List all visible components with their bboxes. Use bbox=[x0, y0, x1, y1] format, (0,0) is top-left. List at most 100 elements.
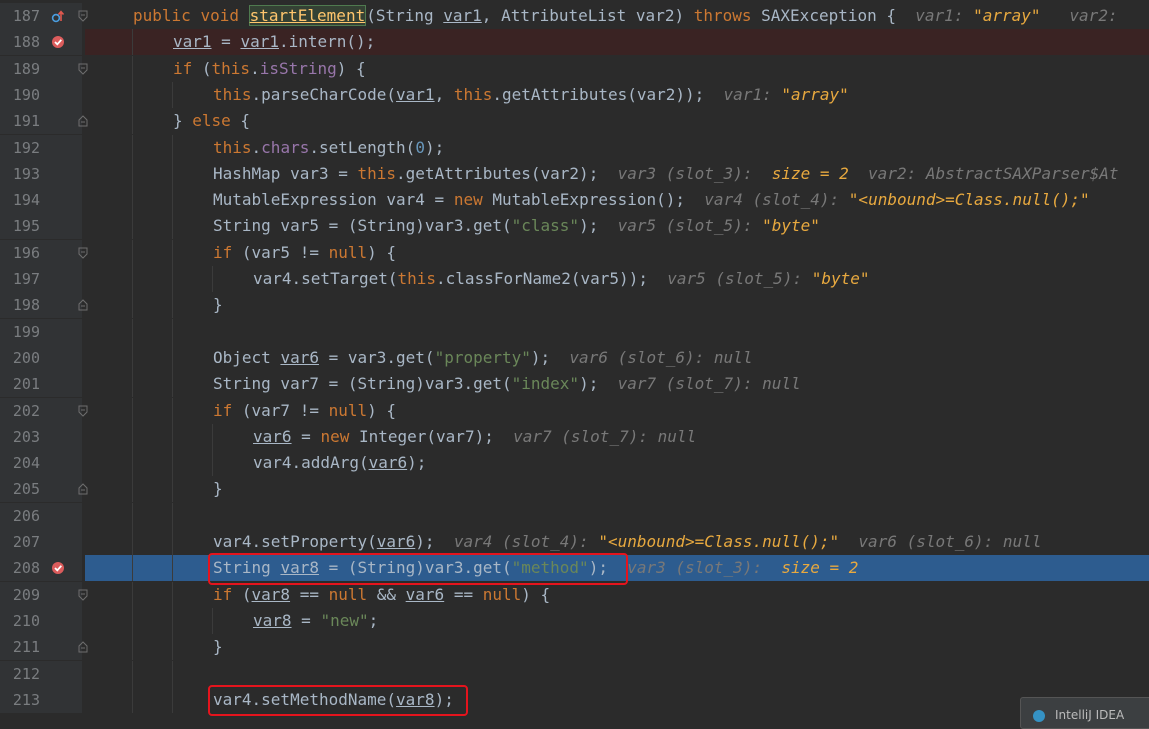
code-line[interactable]: 205} bbox=[0, 476, 1149, 503]
code-text[interactable]: var4.setTarget(this.classForName2(var5))… bbox=[253, 266, 870, 292]
code-text[interactable]: var8 = "new"; bbox=[253, 608, 378, 634]
gutter[interactable]: 201 bbox=[0, 371, 82, 398]
code-line[interactable]: 213 var4.setMethodName(var8); bbox=[0, 686, 1149, 713]
gutter[interactable]: 208 bbox=[0, 555, 82, 582]
code-text[interactable]: } bbox=[213, 292, 223, 318]
code-text[interactable]: if (var5 != null) { bbox=[213, 240, 396, 266]
code-line[interactable]: 199 bbox=[0, 318, 1149, 345]
gutter[interactable]: 192 bbox=[0, 134, 82, 161]
code-line[interactable]: 210 var8 = "new"; bbox=[0, 607, 1149, 634]
code-text[interactable]: this.parseCharCode(var1, this.getAttribu… bbox=[213, 82, 849, 108]
gutter[interactable]: 213 bbox=[0, 686, 82, 713]
code-area[interactable]: } else { bbox=[85, 108, 1149, 135]
code-area[interactable]: var1 = var1.intern(); bbox=[85, 29, 1149, 56]
code-line[interactable]: 211} bbox=[0, 634, 1149, 661]
code-area[interactable]: String var5 = (String)var3.get("class");… bbox=[85, 213, 1149, 240]
code-area[interactable]: var4.setTarget(this.classForName2(var5))… bbox=[85, 266, 1149, 292]
code-area[interactable]: if (var5 != null) { bbox=[85, 239, 1149, 266]
gutter[interactable]: 195 bbox=[0, 213, 82, 240]
code-area[interactable]: if (var7 != null) { bbox=[85, 397, 1149, 424]
code-line[interactable]: 209 if (var8 == null && var6 == null) { bbox=[0, 581, 1149, 608]
code-area[interactable]: var4.setProperty(var6); var4 (slot_4): "… bbox=[85, 529, 1149, 555]
gutter[interactable]: 187 bbox=[0, 3, 88, 29]
code-text[interactable]: if (this.isString) { bbox=[173, 56, 366, 82]
code-line[interactable]: 187 public void startElement(String var1,… bbox=[0, 3, 1149, 29]
code-area[interactable]: String var7 = (String)var3.get("index");… bbox=[85, 371, 1149, 398]
code-text[interactable]: public void startElement(String var1, At… bbox=[133, 3, 1127, 29]
code-line[interactable]: 193 HashMap var3 = this.getAttributes(var… bbox=[0, 160, 1149, 187]
code-area[interactable]: this.chars.setLength(0); bbox=[85, 134, 1149, 161]
code-line[interactable]: 191 } else { bbox=[0, 108, 1149, 135]
code-line[interactable]: 190 this.parseCharCode(var1, this.getAttr… bbox=[0, 81, 1149, 108]
code-line[interactable]: 202 if (var7 != null) { bbox=[0, 397, 1149, 424]
gutter[interactable]: 200 bbox=[0, 344, 82, 371]
code-editor[interactable]: 187 public void startElement(String var1,… bbox=[0, 0, 1149, 719]
code-area[interactable]: } bbox=[85, 634, 1149, 661]
gutter[interactable]: 199 bbox=[0, 318, 82, 345]
code-line[interactable]: 203 var6 = new Integer(var7); var7 (slot_… bbox=[0, 423, 1149, 450]
code-line[interactable]: 188 var1 = var1.intern(); bbox=[0, 29, 1149, 56]
code-text[interactable]: HashMap var3 = this.getAttributes(var2);… bbox=[213, 161, 1119, 187]
breakpoint-icon[interactable] bbox=[51, 561, 65, 575]
code-area[interactable]: Object var6 = var3.get("property"); var6… bbox=[85, 344, 1149, 371]
gutter[interactable]: 190 bbox=[0, 81, 82, 108]
code-area[interactable]: if (this.isString) { bbox=[85, 55, 1149, 82]
gutter[interactable]: 203 bbox=[0, 423, 82, 450]
notification-balloon[interactable]: IntelliJ IDEA bbox=[1020, 697, 1149, 729]
code-text[interactable]: this.chars.setLength(0); bbox=[213, 135, 444, 161]
code-text[interactable]: var1 = var1.intern(); bbox=[173, 29, 375, 55]
code-line[interactable]: 208 String var8 = (String)var3.get("metho… bbox=[0, 555, 1149, 582]
code-text[interactable]: } bbox=[213, 476, 223, 502]
code-line[interactable]: 197 var4.setTarget(this.classForName2(var… bbox=[0, 266, 1149, 292]
code-line[interactable]: 207 var4.setProperty(var6); var4 (slot_4)… bbox=[0, 529, 1149, 555]
gutter[interactable]: 193 bbox=[0, 160, 82, 187]
code-line[interactable]: 198} bbox=[0, 292, 1149, 319]
gutter[interactable]: 207 bbox=[0, 529, 82, 555]
code-text[interactable]: String var7 = (String)var3.get("index");… bbox=[213, 371, 801, 397]
gutter[interactable]: 210 bbox=[0, 607, 82, 634]
gutter[interactable]: 206 bbox=[0, 502, 82, 529]
code-line[interactable]: 195 String var5 = (String)var3.get("class… bbox=[0, 213, 1149, 240]
code-area[interactable]: String var8 = (String)var3.get("method")… bbox=[85, 555, 1149, 582]
code-text[interactable]: Object var6 = var3.get("property"); var6… bbox=[213, 345, 752, 371]
code-text[interactable]: var4.setProperty(var6); var4 (slot_4): "… bbox=[213, 529, 1041, 555]
code-text[interactable]: if (var8 == null && var6 == null) { bbox=[213, 582, 550, 608]
code-line[interactable]: 204 var4.addArg(var6); bbox=[0, 450, 1149, 477]
code-area[interactable]: this.parseCharCode(var1, this.getAttribu… bbox=[85, 81, 1149, 108]
code-line[interactable]: 196 if (var5 != null) { bbox=[0, 239, 1149, 266]
code-area[interactable]: MutableExpression var4 = new MutableExpr… bbox=[85, 187, 1149, 214]
code-area[interactable]: } bbox=[85, 292, 1149, 319]
code-line[interactable]: 206 bbox=[0, 502, 1149, 529]
code-area[interactable] bbox=[85, 318, 1149, 345]
gutter[interactable]: 205 bbox=[0, 476, 88, 503]
code-text[interactable]: } else { bbox=[173, 108, 250, 134]
code-text[interactable]: var4.addArg(var6); bbox=[253, 450, 426, 476]
code-area[interactable]: var4.setMethodName(var8); bbox=[85, 686, 1149, 713]
code-area[interactable]: } bbox=[85, 476, 1149, 503]
code-text[interactable]: String var5 = (String)var3.get("class");… bbox=[213, 213, 820, 239]
override-method-icon[interactable] bbox=[51, 9, 65, 23]
code-line[interactable]: 212 bbox=[0, 660, 1149, 687]
code-text[interactable]: var4.setMethodName(var8); bbox=[213, 687, 454, 713]
code-area[interactable]: var4.addArg(var6); bbox=[85, 450, 1149, 477]
gutter[interactable]: 198 bbox=[0, 292, 88, 319]
code-text[interactable]: MutableExpression var4 = new MutableExpr… bbox=[213, 187, 1090, 213]
gutter[interactable]: 212 bbox=[0, 660, 82, 687]
gutter[interactable]: 189 bbox=[0, 55, 88, 82]
gutter[interactable]: 196 bbox=[0, 239, 88, 266]
code-area[interactable] bbox=[85, 502, 1149, 529]
code-line[interactable]: 189 if (this.isString) { bbox=[0, 55, 1149, 82]
code-area[interactable]: var6 = new Integer(var7); var7 (slot_7):… bbox=[85, 423, 1149, 450]
gutter[interactable]: 202 bbox=[0, 397, 88, 424]
code-area[interactable]: var8 = "new"; bbox=[85, 607, 1149, 634]
code-text[interactable]: } bbox=[213, 634, 223, 660]
code-text[interactable]: var6 = new Integer(var7); var7 (slot_7):… bbox=[253, 424, 696, 450]
gutter[interactable]: 197 bbox=[0, 266, 82, 292]
gutter[interactable]: 191 bbox=[0, 108, 88, 135]
gutter[interactable]: 194 bbox=[0, 187, 82, 214]
code-text[interactable]: String var8 = (String)var3.get("method")… bbox=[213, 555, 858, 581]
breakpoint-icon[interactable] bbox=[51, 35, 65, 49]
code-area[interactable]: public void startElement(String var1, At… bbox=[85, 3, 1149, 29]
gutter[interactable]: 209 bbox=[0, 581, 88, 608]
gutter[interactable]: 204 bbox=[0, 450, 82, 477]
